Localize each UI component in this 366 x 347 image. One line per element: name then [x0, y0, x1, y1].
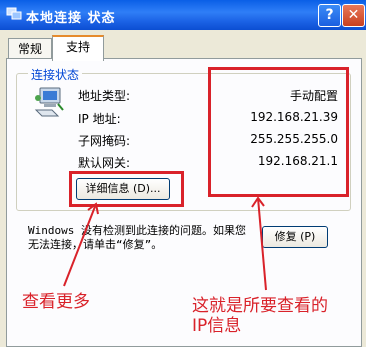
- field-label-address-type: 地址类型:: [78, 89, 131, 103]
- help-button[interactable]: ?: [318, 4, 341, 27]
- field-label-subnet: 子网掩码:: [78, 134, 131, 148]
- tab-support[interactable]: 支持: [52, 35, 104, 61]
- annotation-see-more: 查看更多: [22, 292, 90, 312]
- repair-button[interactable]: 修复 (P): [262, 226, 328, 248]
- annotation-box-details: [69, 171, 184, 207]
- group-title: 连接状态: [28, 66, 83, 83]
- title-bar: 本地连接 状态 ? ✕: [0, 0, 366, 30]
- annotation-box-ip-values: [208, 67, 349, 197]
- annotation-ip-info: 这就是所要查看的 IP信息: [192, 296, 328, 336]
- tab-general[interactable]: 常规: [8, 38, 52, 59]
- annotation-ip-info-line1: 这就是所要查看的: [192, 296, 328, 316]
- field-label-ip: IP 地址:: [78, 112, 121, 126]
- close-button[interactable]: ✕: [342, 4, 365, 27]
- network-computer-icon: [34, 87, 64, 117]
- annotation-ip-info-line2: IP信息: [192, 316, 242, 336]
- diagnostic-message: Windows 没有检测到此连接的问题。如果您无法连接，请单击“修复”。: [28, 224, 246, 251]
- window-title: 本地连接 状态: [26, 11, 116, 26]
- field-label-gateway: 默认网关:: [78, 156, 131, 170]
- network-connection-icon: [6, 7, 22, 20]
